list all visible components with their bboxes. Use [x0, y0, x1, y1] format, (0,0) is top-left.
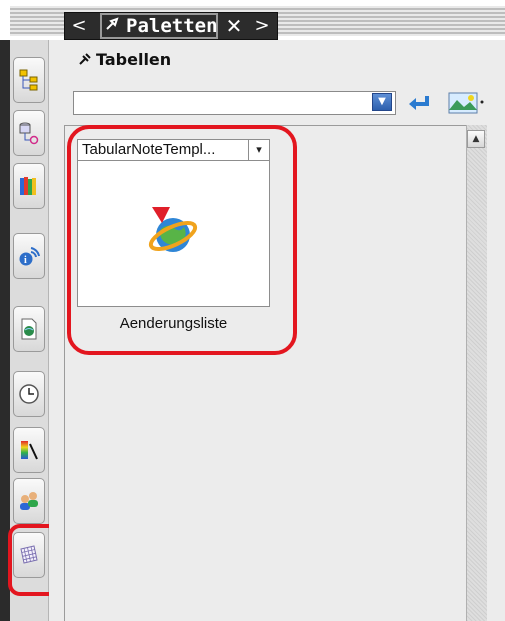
tool-clock-button[interactable] [13, 371, 45, 417]
tool-books-button[interactable] [13, 163, 45, 209]
tool-info-button[interactable]: i [13, 233, 45, 279]
close-button[interactable]: ✕ [220, 14, 248, 38]
tool-hierarchy-button[interactable] [13, 57, 45, 103]
users-icon [20, 492, 38, 510]
pin-icon[interactable] [104, 16, 120, 32]
color-ramp-icon [21, 441, 38, 460]
nav-forward-button[interactable]: > [251, 14, 273, 38]
undo-icon[interactable] [407, 92, 431, 114]
books-icon [20, 177, 36, 195]
nav-back-button[interactable]: < [68, 14, 90, 38]
card-highlight-ring [67, 125, 297, 355]
svg-text:i: i [24, 255, 27, 266]
hierarchy-icon [19, 69, 38, 91]
tool-document-button[interactable] [13, 306, 45, 352]
vertical-scrollbar[interactable] [466, 125, 487, 621]
section-title: Tabellen [96, 50, 172, 69]
combo-arrow-button[interactable]: ▼ [372, 93, 392, 111]
tool-database-button[interactable] [13, 110, 45, 156]
database-icon [19, 122, 39, 145]
document-globe-icon [21, 318, 37, 340]
section-pin-icon [78, 52, 92, 70]
tool-color-ramp-button[interactable] [13, 427, 45, 473]
scroll-up-button[interactable]: ▲ [467, 130, 485, 148]
tool-users-button[interactable] [13, 478, 45, 524]
template-combo[interactable] [73, 91, 396, 115]
clock-icon [19, 384, 39, 404]
image-menu-button[interactable] [447, 90, 487, 116]
info-wireless-icon: i [19, 247, 40, 266]
